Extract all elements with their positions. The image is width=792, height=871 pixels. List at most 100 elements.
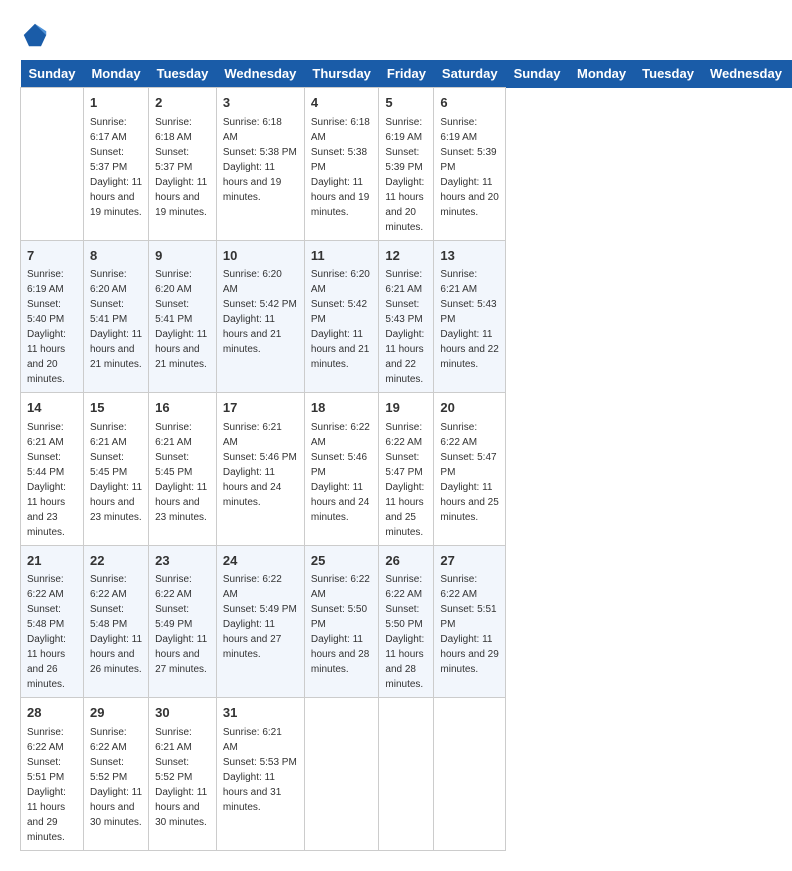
day-info: Sunrise: 6:19 AMSunset: 5:39 PMDaylight:… (385, 115, 427, 235)
day-info: Sunrise: 6:22 AMSunset: 5:50 PMDaylight:… (385, 572, 427, 692)
day-info: Sunrise: 6:17 AMSunset: 5:37 PMDaylight:… (90, 115, 142, 220)
day-number: 17 (223, 398, 298, 418)
page-header (20, 20, 772, 50)
day-number: 8 (90, 246, 142, 266)
day-info: Sunrise: 6:21 AMSunset: 5:44 PMDaylight:… (27, 420, 77, 540)
calendar-cell: 9Sunrise: 6:20 AMSunset: 5:41 PMDaylight… (149, 240, 217, 393)
day-info: Sunrise: 6:19 AMSunset: 5:39 PMDaylight:… (440, 115, 499, 220)
header-friday: Friday (379, 60, 434, 88)
calendar-cell: 6Sunrise: 6:19 AMSunset: 5:39 PMDaylight… (434, 88, 506, 241)
calendar-cell (379, 698, 434, 851)
calendar-cell: 28Sunrise: 6:22 AMSunset: 5:51 PMDayligh… (21, 698, 84, 851)
calendar-week-row: 1Sunrise: 6:17 AMSunset: 5:37 PMDaylight… (21, 88, 792, 241)
calendar-cell: 16Sunrise: 6:21 AMSunset: 5:45 PMDayligh… (149, 393, 217, 546)
calendar-cell: 18Sunrise: 6:22 AMSunset: 5:46 PMDayligh… (304, 393, 379, 546)
day-info: Sunrise: 6:20 AMSunset: 5:42 PMDaylight:… (311, 267, 373, 372)
day-number: 24 (223, 551, 298, 571)
day-info: Sunrise: 6:22 AMSunset: 5:49 PMDaylight:… (223, 572, 298, 662)
header-saturday: Saturday (434, 60, 506, 88)
calendar-cell: 17Sunrise: 6:21 AMSunset: 5:46 PMDayligh… (216, 393, 304, 546)
day-number: 7 (27, 246, 77, 266)
calendar-table: SundayMondayTuesdayWednesdayThursdayFrid… (20, 60, 792, 851)
day-number: 13 (440, 246, 499, 266)
calendar-header-row: SundayMondayTuesdayWednesdayThursdayFrid… (21, 60, 792, 88)
calendar-cell: 13Sunrise: 6:21 AMSunset: 5:43 PMDayligh… (434, 240, 506, 393)
day-info: Sunrise: 6:20 AMSunset: 5:42 PMDaylight:… (223, 267, 298, 357)
calendar-cell: 5Sunrise: 6:19 AMSunset: 5:39 PMDaylight… (379, 88, 434, 241)
calendar-cell: 1Sunrise: 6:17 AMSunset: 5:37 PMDaylight… (83, 88, 148, 241)
day-info: Sunrise: 6:21 AMSunset: 5:52 PMDaylight:… (155, 725, 210, 830)
day-info: Sunrise: 6:22 AMSunset: 5:47 PMDaylight:… (440, 420, 499, 525)
calendar-cell: 10Sunrise: 6:20 AMSunset: 5:42 PMDayligh… (216, 240, 304, 393)
day-number: 12 (385, 246, 427, 266)
day-info: Sunrise: 6:22 AMSunset: 5:51 PMDaylight:… (27, 725, 77, 845)
day-number: 16 (155, 398, 210, 418)
day-number: 21 (27, 551, 77, 571)
day-number: 14 (27, 398, 77, 418)
header-wednesday: Wednesday (216, 60, 304, 88)
day-info: Sunrise: 6:21 AMSunset: 5:43 PMDaylight:… (440, 267, 499, 372)
header-thursday: Thursday (304, 60, 379, 88)
header-monday: Monday (83, 60, 148, 88)
day-number: 6 (440, 93, 499, 113)
calendar-cell: 3Sunrise: 6:18 AMSunset: 5:38 PMDaylight… (216, 88, 304, 241)
calendar-cell: 19Sunrise: 6:22 AMSunset: 5:47 PMDayligh… (379, 393, 434, 546)
day-info: Sunrise: 6:18 AMSunset: 5:38 PMDaylight:… (223, 115, 298, 205)
day-number: 15 (90, 398, 142, 418)
day-number: 30 (155, 703, 210, 723)
day-info: Sunrise: 6:19 AMSunset: 5:40 PMDaylight:… (27, 267, 77, 387)
header-tuesday: Tuesday (634, 60, 702, 88)
calendar-cell: 4Sunrise: 6:18 AMSunset: 5:38 PMDaylight… (304, 88, 379, 241)
day-number: 11 (311, 246, 373, 266)
calendar-cell: 27Sunrise: 6:22 AMSunset: 5:51 PMDayligh… (434, 545, 506, 698)
day-number: 1 (90, 93, 142, 113)
day-info: Sunrise: 6:22 AMSunset: 5:49 PMDaylight:… (155, 572, 210, 677)
day-number: 18 (311, 398, 373, 418)
day-number: 28 (27, 703, 77, 723)
day-info: Sunrise: 6:22 AMSunset: 5:52 PMDaylight:… (90, 725, 142, 830)
day-info: Sunrise: 6:22 AMSunset: 5:47 PMDaylight:… (385, 420, 427, 540)
day-number: 10 (223, 246, 298, 266)
day-number: 5 (385, 93, 427, 113)
day-info: Sunrise: 6:22 AMSunset: 5:48 PMDaylight:… (27, 572, 77, 692)
calendar-cell (434, 698, 506, 851)
day-number: 4 (311, 93, 373, 113)
day-info: Sunrise: 6:21 AMSunset: 5:46 PMDaylight:… (223, 420, 298, 510)
header-sunday: Sunday (21, 60, 84, 88)
calendar-cell: 30Sunrise: 6:21 AMSunset: 5:52 PMDayligh… (149, 698, 217, 851)
day-number: 20 (440, 398, 499, 418)
calendar-cell: 25Sunrise: 6:22 AMSunset: 5:50 PMDayligh… (304, 545, 379, 698)
day-number: 26 (385, 551, 427, 571)
day-number: 9 (155, 246, 210, 266)
day-info: Sunrise: 6:22 AMSunset: 5:46 PMDaylight:… (311, 420, 373, 525)
calendar-cell: 23Sunrise: 6:22 AMSunset: 5:49 PMDayligh… (149, 545, 217, 698)
calendar-cell: 8Sunrise: 6:20 AMSunset: 5:41 PMDaylight… (83, 240, 148, 393)
day-info: Sunrise: 6:18 AMSunset: 5:37 PMDaylight:… (155, 115, 210, 220)
calendar-cell: 22Sunrise: 6:22 AMSunset: 5:48 PMDayligh… (83, 545, 148, 698)
calendar-week-row: 21Sunrise: 6:22 AMSunset: 5:48 PMDayligh… (21, 545, 792, 698)
calendar-cell: 12Sunrise: 6:21 AMSunset: 5:43 PMDayligh… (379, 240, 434, 393)
day-number: 3 (223, 93, 298, 113)
day-info: Sunrise: 6:21 AMSunset: 5:53 PMDaylight:… (223, 725, 298, 815)
header-sunday: Sunday (506, 60, 569, 88)
calendar-week-row: 28Sunrise: 6:22 AMSunset: 5:51 PMDayligh… (21, 698, 792, 851)
day-info: Sunrise: 6:22 AMSunset: 5:51 PMDaylight:… (440, 572, 499, 677)
day-number: 22 (90, 551, 142, 571)
header-wednesday: Wednesday (702, 60, 790, 88)
day-info: Sunrise: 6:22 AMSunset: 5:50 PMDaylight:… (311, 572, 373, 677)
calendar-cell: 7Sunrise: 6:19 AMSunset: 5:40 PMDaylight… (21, 240, 84, 393)
header-monday: Monday (569, 60, 634, 88)
day-number: 29 (90, 703, 142, 723)
calendar-week-row: 7Sunrise: 6:19 AMSunset: 5:40 PMDaylight… (21, 240, 792, 393)
calendar-cell: 31Sunrise: 6:21 AMSunset: 5:53 PMDayligh… (216, 698, 304, 851)
header-tuesday: Tuesday (149, 60, 217, 88)
calendar-cell (304, 698, 379, 851)
day-info: Sunrise: 6:20 AMSunset: 5:41 PMDaylight:… (90, 267, 142, 372)
day-info: Sunrise: 6:21 AMSunset: 5:43 PMDaylight:… (385, 267, 427, 387)
logo-icon (20, 20, 50, 50)
calendar-cell: 20Sunrise: 6:22 AMSunset: 5:47 PMDayligh… (434, 393, 506, 546)
day-info: Sunrise: 6:21 AMSunset: 5:45 PMDaylight:… (155, 420, 210, 525)
calendar-cell: 11Sunrise: 6:20 AMSunset: 5:42 PMDayligh… (304, 240, 379, 393)
calendar-cell: 14Sunrise: 6:21 AMSunset: 5:44 PMDayligh… (21, 393, 84, 546)
calendar-cell: 15Sunrise: 6:21 AMSunset: 5:45 PMDayligh… (83, 393, 148, 546)
